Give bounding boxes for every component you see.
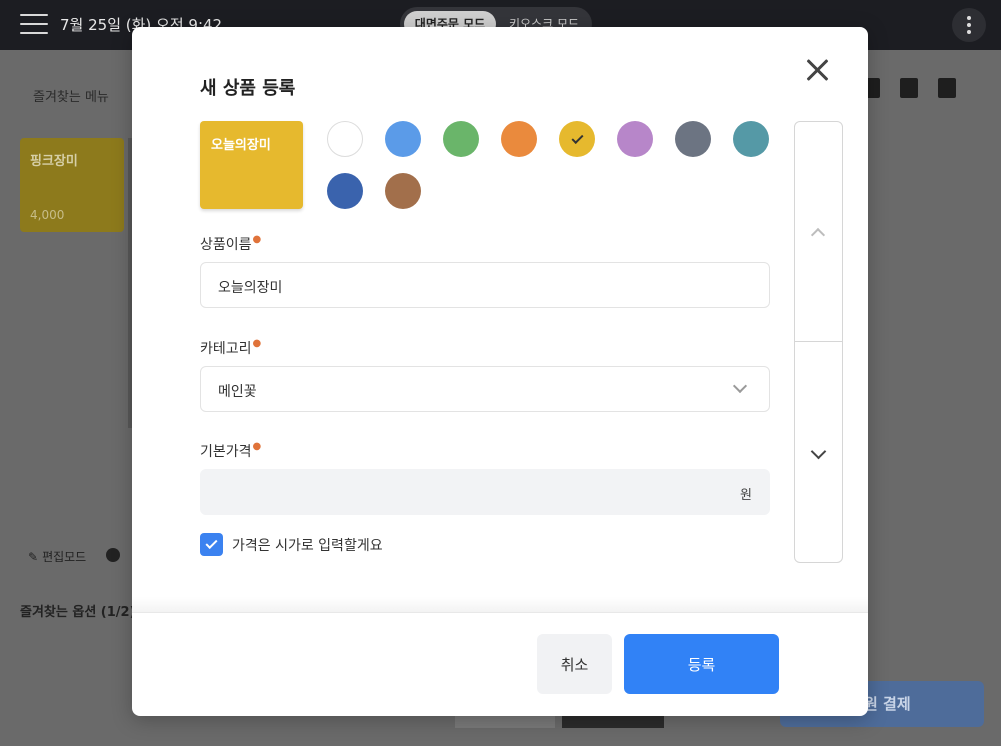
product-color-preview: 오늘의장미 [200,121,303,209]
color-swatch-slate[interactable] [675,121,711,157]
edit-mode-label: 편집모드 [42,550,87,564]
scroll-up-button[interactable] [795,122,842,342]
cancel-button[interactable]: 취소 [537,634,612,694]
menu-tile-price: 4,000 [30,208,65,222]
base-price-field[interactable]: 원 [200,469,770,515]
market-price-checkbox[interactable] [200,533,223,556]
footer-shadow [132,597,868,613]
add-icon[interactable] [106,548,120,562]
color-swatch-green[interactable] [443,121,479,157]
hamburger-menu-icon[interactable] [20,14,48,34]
scroll-down-button[interactable] [795,343,842,562]
color-swatch-yellow[interactable] [559,121,595,157]
chevron-up-icon [810,227,826,243]
close-icon[interactable] [802,55,832,85]
new-product-modal: 새 상품 등록 오늘의장미 상품이름● 오늘의장미 카테고리● 메인꽃 기본가격… [132,27,868,716]
edit-mode-button[interactable]: ✎ 편집모드 [28,548,86,565]
color-swatch-purple[interactable] [617,121,653,157]
bottom-control [455,714,555,728]
category-label: 카테고리● [200,338,262,357]
chevron-down-icon [732,378,748,394]
checkmark-icon [205,536,218,550]
market-price-label: 가격은 시가로 입력할게요 [232,538,383,554]
favorite-options-label: 즐겨찾는 옵션 (1/2) [20,605,136,620]
footer-divider [132,612,868,613]
color-swatch-brown[interactable] [385,173,421,209]
color-swatch-navy[interactable] [327,173,363,209]
category-select[interactable]: 메인꽃 [200,366,770,412]
color-swatch-teal[interactable] [733,121,769,157]
pencil-icon: ✎ [28,549,39,564]
color-scroll-panel [794,121,843,563]
color-swatch-blue[interactable] [385,121,421,157]
color-swatch-orange[interactable] [501,121,537,157]
menu-tile[interactable]: 핑크장미 4,000 [20,138,124,232]
product-name-label: 상품이름● [200,234,262,253]
modal-title: 새 상품 등록 [200,78,296,99]
product-name-value: 오늘의장미 [218,280,283,296]
bottom-control-dark [562,714,664,728]
submit-button[interactable]: 등록 [624,634,779,694]
chevron-down-icon [810,443,827,460]
trash-icon[interactable] [900,78,918,98]
checkmark-icon [570,131,584,144]
preview-name: 오늘의장미 [211,138,271,153]
favorite-menu-label: 즐겨찾는 메뉴 [33,90,109,105]
product-name-field[interactable]: 오늘의장미 [200,262,770,308]
more-options-icon[interactable] [952,8,986,42]
menu-tile-name: 핑크장미 [30,154,78,169]
price-unit: 원 [740,488,752,503]
base-price-label: 기본가격● [200,441,262,460]
bookmark-icon[interactable] [938,78,956,98]
color-swatch-white[interactable] [327,121,363,157]
category-value: 메인꽃 [218,384,257,400]
toolbar-icons [862,78,956,98]
